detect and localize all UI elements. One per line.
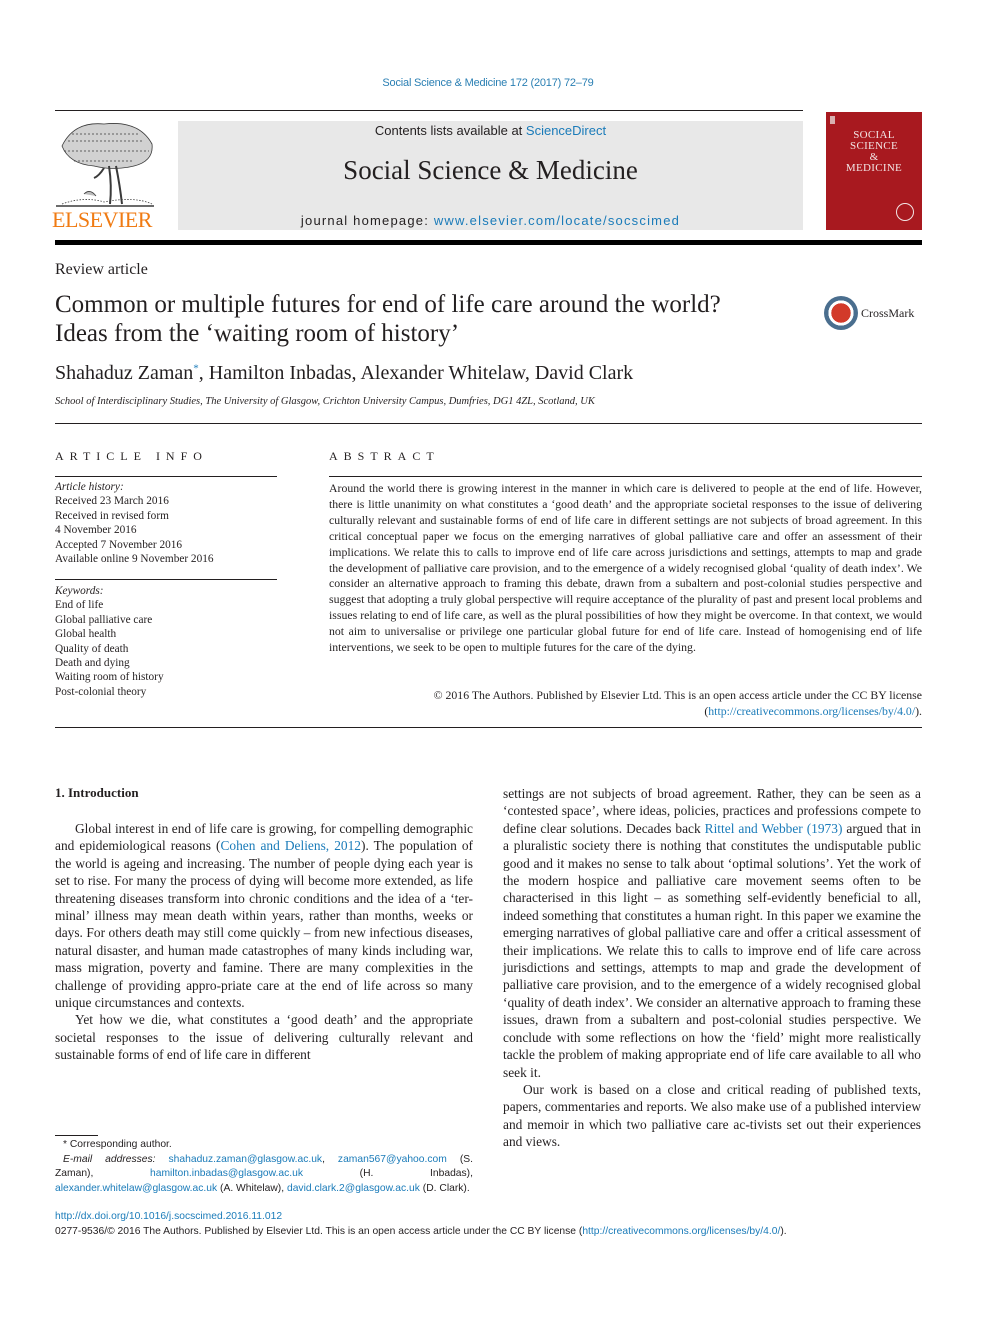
paragraph: settings are not subjects of broad agree… bbox=[503, 785, 921, 1081]
keyword: End of life bbox=[55, 599, 104, 612]
paragraph: Global interest in end of life care is g… bbox=[55, 820, 473, 1011]
history-entry: 4 November 2016 bbox=[55, 524, 137, 537]
keyword: Post-colonial theory bbox=[55, 685, 147, 698]
doi-link[interactable]: http://dx.doi.org/10.1016/j.socscimed.20… bbox=[55, 1211, 282, 1222]
elsevier-logo[interactable]: ELSEVIER bbox=[52, 116, 162, 234]
corresponding-author-note: * Corresponding author. bbox=[63, 1139, 172, 1150]
license-link[interactable]: http://creativecommons.org/licenses/by/4… bbox=[582, 1226, 780, 1237]
issn-line: 0277-9536/© 2016 The Authors. Published … bbox=[55, 1226, 787, 1237]
article-history: Article history: Received 23 March 2016 … bbox=[55, 480, 214, 566]
email-link[interactable]: alexander.whitelaw@glasgow.ac.uk bbox=[55, 1183, 217, 1194]
divider bbox=[55, 727, 922, 728]
journal-cover-thumbnail[interactable]: SOCIAL SCIENCE & MEDICINE bbox=[826, 112, 922, 230]
keyword: Global health bbox=[55, 628, 117, 641]
cover-badge-icon bbox=[896, 203, 914, 221]
article-type: Review article bbox=[55, 261, 148, 278]
email-link[interactable]: hamilton.inbadas@glasgow.ac.uk bbox=[150, 1168, 303, 1179]
abstract-copyright: © 2016 The Authors. Published by Elsevie… bbox=[329, 688, 922, 720]
license-link[interactable]: http://creativecommons.org/licenses/by/4… bbox=[708, 704, 915, 718]
keywords: Keywords: End of life Global palliative … bbox=[55, 584, 164, 699]
issn-text: 0277-9536/© 2016 The Authors. Published … bbox=[55, 1226, 583, 1237]
elsevier-wordmark: ELSEVIER bbox=[52, 207, 152, 232]
journal-masthead: Contents lists available at ScienceDirec… bbox=[178, 121, 803, 230]
citation-link[interactable]: Rittel and Webber (1973) bbox=[705, 821, 843, 836]
divider bbox=[55, 476, 277, 477]
crossmark-button[interactable]: CrossMark bbox=[824, 296, 914, 330]
footnote: * Corresponding author. E-mail addresses… bbox=[55, 1138, 473, 1196]
divider bbox=[55, 110, 803, 111]
text: ). The population of the world is ageing… bbox=[55, 838, 474, 1011]
cover-title: SOCIAL SCIENCE & MEDICINE bbox=[826, 130, 922, 174]
cover-title-line: MEDICINE bbox=[845, 162, 903, 174]
keyword: Waiting room of history bbox=[55, 671, 164, 684]
elsevier-tree-icon bbox=[56, 123, 154, 207]
citation-link[interactable]: Cohen and Deliens, 2012 bbox=[220, 838, 361, 853]
history-entry: Received 23 March 2016 bbox=[55, 495, 169, 508]
cover-logo-icon bbox=[830, 116, 835, 124]
article-info-heading: ARTICLE INFO bbox=[55, 449, 208, 463]
email-link[interactable]: david.clark.2@glasgow.ac.uk bbox=[287, 1183, 420, 1194]
paragraph: Yet how we die, what constitutes a ‘good… bbox=[55, 1012, 473, 1063]
paren: ). bbox=[915, 703, 922, 718]
author-list: Shahaduz Zaman*, Hamilton Inbadas, Alexa… bbox=[55, 362, 633, 385]
author-separator: , bbox=[198, 362, 209, 384]
journal-homepage-link[interactable]: www.elsevier.com/locate/socscimed bbox=[434, 213, 680, 228]
homepage-prefix: journal homepage: bbox=[300, 213, 434, 228]
email-label: E-mail addresses: bbox=[63, 1153, 156, 1165]
issn-text: ). bbox=[780, 1226, 787, 1237]
paragraph: Our work is based on a close and critica… bbox=[503, 1081, 921, 1150]
abstract-heading: ABSTRACT bbox=[329, 449, 440, 463]
divider bbox=[55, 579, 277, 580]
email-link[interactable]: shahaduz.zaman@glasgow.ac.uk bbox=[169, 1154, 323, 1165]
abstract-text: Around the world there is growing intere… bbox=[329, 481, 922, 655]
author-name[interactable]: Hamilton Inbadas bbox=[209, 362, 352, 384]
history-entry: Received in revised form bbox=[55, 509, 169, 522]
email-link[interactable]: zaman567@yahoo.com bbox=[338, 1154, 447, 1165]
history-entry: Available online 9 November 2016 bbox=[55, 553, 214, 566]
keyword: Quality of death bbox=[55, 642, 129, 655]
author-name[interactable]: Alexander Whitelaw bbox=[360, 362, 524, 384]
section-heading: 1. Introduction bbox=[55, 785, 139, 800]
article-title: Common or multiple futures for end of li… bbox=[55, 290, 815, 348]
email-addresses: E-mail addresses: shahaduz.zaman@glasgow… bbox=[55, 1153, 473, 1194]
history-label: Article history: bbox=[55, 481, 124, 493]
divider bbox=[329, 476, 922, 477]
keyword: Death and dying bbox=[55, 657, 130, 670]
history-entry: Accepted 7 November 2016 bbox=[55, 538, 183, 551]
contents-line: Contents lists available at ScienceDirec… bbox=[178, 123, 803, 138]
homepage-line: journal homepage: www.elsevier.com/locat… bbox=[178, 213, 803, 228]
email-owner: (H. Inbadas) bbox=[359, 1168, 471, 1180]
crossmark-label: CrossMark bbox=[861, 305, 915, 320]
email-owner: (D. Clark). bbox=[422, 1182, 470, 1194]
author-separator: , bbox=[524, 362, 535, 384]
article-title-line: Ideas from the ‘waiting room of history’ bbox=[55, 320, 460, 347]
body-column-right: settings are not subjects of broad agree… bbox=[503, 785, 921, 1151]
author-name[interactable]: Shahaduz Zaman bbox=[55, 362, 193, 384]
text: argued that in a pluralistic society the… bbox=[503, 820, 922, 1080]
contents-prefix: Contents lists available at bbox=[374, 123, 526, 138]
keyword: Global palliative care bbox=[55, 613, 153, 626]
sciencedirect-link[interactable]: ScienceDirect bbox=[526, 123, 606, 138]
footnote-divider bbox=[55, 1135, 98, 1136]
divider bbox=[55, 423, 922, 424]
journal-title: Social Science & Medicine bbox=[343, 155, 638, 185]
keywords-label: Keywords: bbox=[55, 585, 104, 597]
body-column-left: Global interest in end of life care is g… bbox=[55, 820, 473, 1064]
crossmark-icon bbox=[824, 296, 858, 330]
article-title-line: Common or multiple futures for end of li… bbox=[55, 291, 721, 318]
running-head[interactable]: Social Science & Medicine 172 (2017) 72–… bbox=[0, 77, 976, 89]
author-name[interactable]: David Clark bbox=[535, 362, 633, 384]
copyright-text: © 2016 The Authors. Published by Elsevie… bbox=[433, 688, 922, 702]
email-owner: (A. Whitelaw) bbox=[220, 1182, 282, 1194]
masthead-divider bbox=[55, 240, 922, 245]
affiliation: School of Interdisciplinary Studies, The… bbox=[55, 396, 595, 407]
